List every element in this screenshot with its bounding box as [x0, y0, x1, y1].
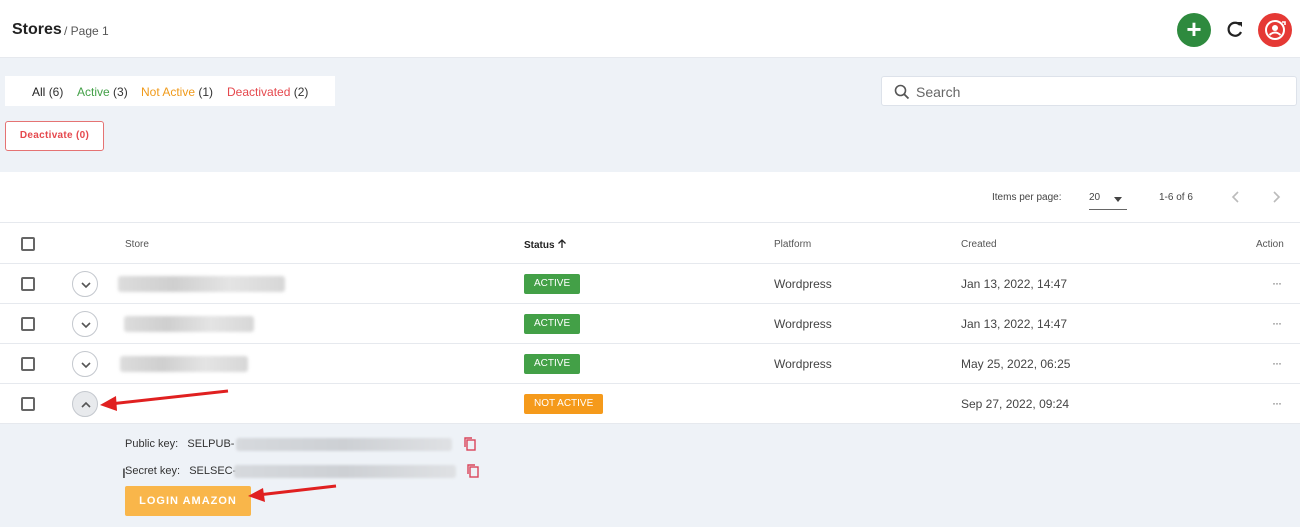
search-icon	[894, 84, 910, 100]
page-subtitle: / Page 1	[64, 24, 109, 38]
filter-tab-label: Not Active	[141, 85, 196, 99]
chevron-down-icon	[81, 322, 91, 329]
collapse-row-button[interactable]	[72, 391, 98, 417]
column-header-status[interactable]: Status	[524, 239, 567, 251]
top-bar: Stores / Page 1 +	[0, 0, 1300, 58]
items-per-page-value: 20	[1089, 192, 1101, 203]
previous-page-icon[interactable]	[1229, 190, 1243, 204]
pagination-bar: Items per page: 20 1-6 of 6	[0, 172, 1300, 222]
row-checkbox[interactable]	[21, 277, 35, 291]
items-per-page-label: Items per page:	[992, 192, 1062, 203]
refresh-button[interactable]	[1224, 17, 1246, 41]
items-per-page-select[interactable]: 20	[1089, 190, 1127, 210]
table-header: Store Status Platform Created Action	[0, 222, 1300, 264]
created-cell: Jan 13, 2022, 14:47	[961, 317, 1068, 331]
status-filter-tabs: All (6) Active (3) Not Active (1) Deacti…	[5, 76, 335, 106]
filter-tab-count: (1)	[198, 85, 214, 99]
pagination-range: 1-6 of 6	[1159, 192, 1193, 203]
store-name-redacted	[118, 276, 285, 292]
filter-tab-count: (2)	[293, 85, 309, 99]
secret-key-row: Secret key: SELSEC-	[125, 465, 236, 477]
filter-tab-label: Active	[77, 85, 110, 99]
filter-tab-count: (6)	[48, 85, 64, 99]
status-badge: ACTIVE	[524, 314, 581, 334]
annotation-arrow-icon	[248, 484, 337, 502]
table-row[interactable]: ACTIVE Wordpress Jan 13, 2022, 14:47 ···	[0, 264, 1300, 304]
filter-tab-all[interactable]: All (6)	[32, 85, 63, 99]
filter-area: All (6) Active (3) Not Active (1) Deacti…	[0, 58, 1300, 172]
public-key-row: Public key: SELPUB-	[125, 438, 234, 450]
user-switch-button[interactable]	[1258, 13, 1292, 47]
public-key-redacted	[236, 438, 452, 451]
search-box	[881, 76, 1297, 106]
add-store-button[interactable]: +	[1177, 13, 1211, 47]
filter-tab-count: (3)	[113, 85, 128, 99]
user-switch-icon	[1265, 20, 1286, 40]
store-name-redacted	[120, 356, 248, 372]
more-actions-icon[interactable]: ···	[1272, 356, 1282, 370]
secret-key-value: SELSEC-	[189, 465, 237, 477]
secret-key-redacted	[234, 465, 456, 478]
status-badge: NOT ACTIVE	[524, 394, 604, 414]
arrow-up-icon	[558, 239, 567, 248]
public-key-label: Public key:	[125, 438, 179, 450]
more-actions-icon[interactable]: ···	[1272, 276, 1282, 290]
chevron-up-icon	[81, 401, 91, 408]
filter-tab-active[interactable]: Active (3)	[77, 85, 128, 99]
annotation-arrow-icon	[100, 389, 229, 411]
login-amazon-button[interactable]: LOGIN AMAZON	[125, 486, 251, 516]
more-actions-icon[interactable]: ···	[1272, 316, 1282, 330]
column-header-platform[interactable]: Platform	[774, 239, 811, 250]
secret-key-label: Secret key:	[125, 465, 181, 477]
platform-cell: Wordpress	[774, 277, 832, 291]
created-cell: Jan 13, 2022, 14:47	[961, 277, 1068, 291]
row-details-panel: Public key: SELPUB- Secret key: SELSEC- …	[0, 424, 1300, 527]
filter-tab-label: All	[32, 85, 46, 99]
chevron-down-icon	[81, 362, 91, 369]
platform-cell: Wordpress	[774, 317, 832, 331]
copy-public-key-icon[interactable]	[463, 436, 477, 452]
table-row[interactable]: ACTIVE Wordpress May 25, 2022, 06:25 ···	[0, 344, 1300, 384]
column-header-action: Action	[1256, 239, 1284, 250]
more-actions-icon[interactable]: ···	[1272, 396, 1282, 410]
platform-cell: Wordpress	[774, 357, 832, 371]
row-checkbox[interactable]	[21, 317, 35, 331]
copy-secret-key-icon[interactable]	[466, 463, 480, 479]
created-cell: May 25, 2022, 06:25	[961, 357, 1071, 371]
plus-icon: +	[1186, 14, 1202, 44]
text-cursor-icon: I	[122, 465, 126, 481]
refresh-icon	[1227, 21, 1242, 37]
created-cell: Sep 27, 2022, 09:24	[961, 397, 1070, 411]
expand-row-button[interactable]	[72, 351, 98, 377]
status-badge: ACTIVE	[524, 274, 581, 294]
status-badge: ACTIVE	[524, 354, 581, 374]
store-name-redacted	[124, 316, 254, 332]
filter-tab-label: Deactivated	[227, 85, 291, 99]
expand-row-button[interactable]	[72, 271, 98, 297]
deactivate-button[interactable]: Deactivate (0)	[5, 121, 104, 151]
filter-tab-not-active[interactable]: Not Active (1)	[141, 85, 213, 99]
chevron-down-icon	[81, 282, 91, 289]
page-title: Stores	[12, 21, 62, 38]
table-row[interactable]: ACTIVE Wordpress Jan 13, 2022, 14:47 ···	[0, 304, 1300, 344]
row-checkbox[interactable]	[21, 397, 35, 411]
search-input[interactable]	[916, 82, 1286, 102]
caret-down-icon	[1114, 197, 1122, 202]
next-page-icon[interactable]	[1269, 190, 1283, 204]
expand-row-button[interactable]	[72, 311, 98, 337]
select-all-checkbox[interactable]	[21, 237, 35, 251]
column-header-store[interactable]: Store	[125, 239, 149, 250]
column-header-created[interactable]: Created	[961, 239, 997, 250]
row-checkbox[interactable]	[21, 357, 35, 371]
filter-tab-deactivated[interactable]: Deactivated (2)	[227, 85, 308, 99]
public-key-value: SELPUB-	[187, 438, 235, 450]
column-header-status-label: Status	[524, 240, 555, 251]
